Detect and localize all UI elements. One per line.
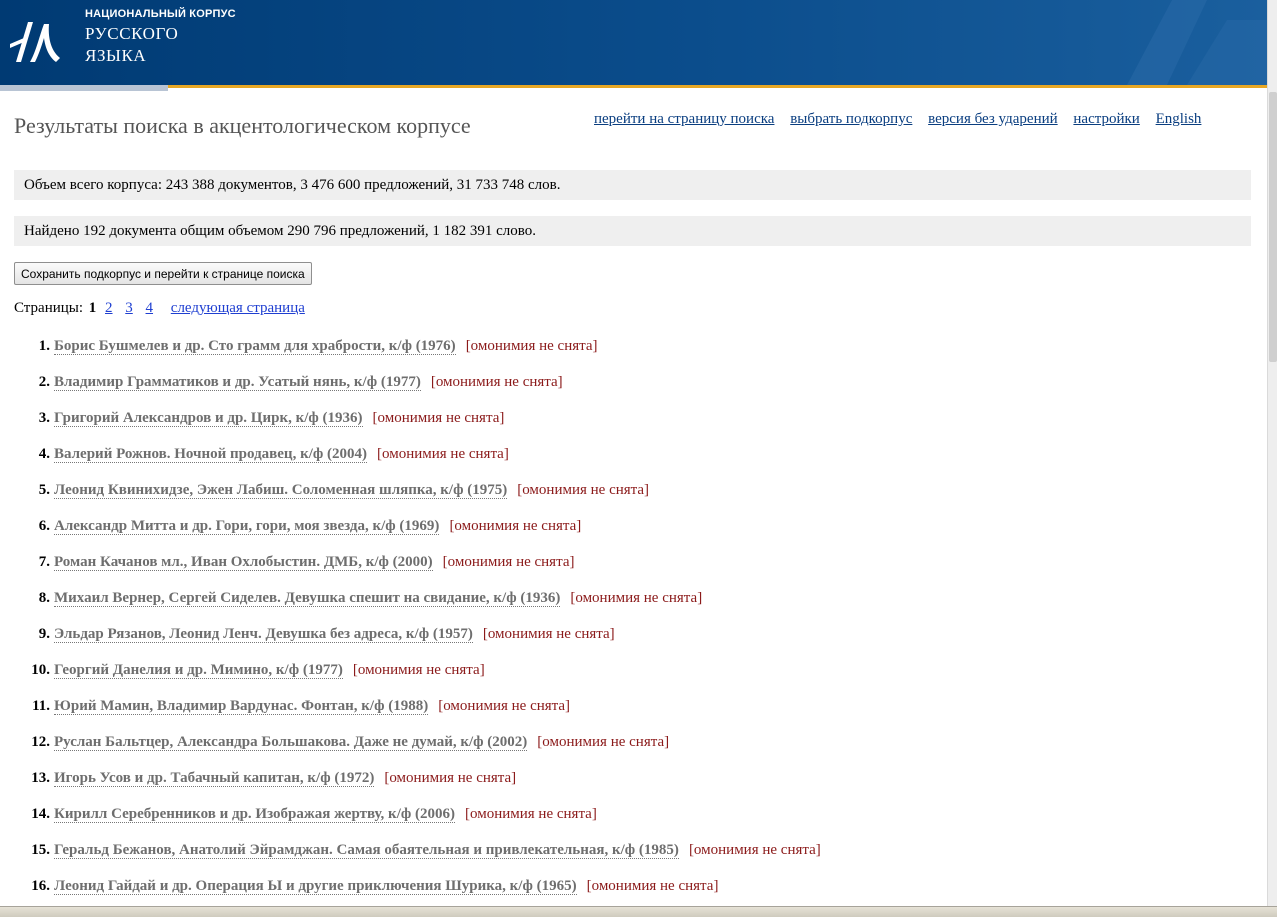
pager-current: 1 — [88, 300, 97, 316]
page-title: Результаты поиска в акцентологическом ко… — [14, 113, 471, 138]
result-title-link[interactable]: Эльдар Рязанов, Леонид Ленч. Девушка без… — [54, 626, 473, 643]
result-number: 14. — [31, 806, 50, 822]
homonymy-tag[interactable]: [омонимия не снята] — [465, 806, 597, 822]
found-info: Найдено 192 документа общим объемом 290 … — [14, 216, 1251, 246]
result-item: 6. Александр Митта и др. Гори, гори, моя … — [0, 516, 821, 552]
result-item: 10. Георгий Данелия и др. Мимино, к/ф (19… — [0, 660, 821, 696]
result-title-link[interactable]: Геральд Бежанов, Анатолий Эйрамджан. Сам… — [54, 842, 679, 859]
homonymy-tag[interactable]: [омонимия не снята] — [443, 554, 575, 570]
scrollbar-thumb[interactable] — [1269, 92, 1277, 362]
result-item: 4. Валерий Рожнов. Ночной продавец, к/ф (… — [0, 444, 821, 480]
homonymy-tag[interactable]: [омонимия не снята] — [353, 662, 485, 678]
result-title-link[interactable]: Юрий Мамин, Владимир Вардунас. Фонтан, к… — [54, 698, 429, 715]
result-title-link[interactable]: Роман Качанов мл., Иван Охлобыстин. ДМБ,… — [54, 554, 433, 571]
result-title-link[interactable]: Александр Митта и др. Гори, гори, моя зв… — [54, 518, 440, 535]
result-title-link[interactable]: Валерий Рожнов. Ночной продавец, к/ф (20… — [54, 446, 367, 463]
homonymy-tag[interactable]: [омонимия не снята] — [537, 734, 669, 750]
result-number: 11. — [32, 698, 50, 714]
result-number: 16. — [31, 878, 50, 894]
result-number: 1. — [38, 338, 50, 354]
result-title-link[interactable]: Игорь Усов и др. Табачный капитан, к/ф (… — [54, 770, 375, 787]
homonymy-tag[interactable]: [омонимия не снята] — [689, 842, 821, 858]
pager-page-2[interactable]: 2 — [105, 300, 113, 316]
corpus-size-info: Объем всего корпуса: 243 388 документов,… — [14, 170, 1251, 200]
result-number: 9. — [38, 626, 50, 642]
logo-line-2: РУССКОГО — [85, 24, 179, 43]
result-number: 2. — [38, 374, 50, 390]
result-item: 8. Михаил Вернер, Сергей Сиделев. Девушка… — [0, 588, 821, 624]
homonymy-tag[interactable]: [омонимия не снята] — [483, 626, 615, 642]
result-number: 7. — [38, 554, 50, 570]
logo-line-1: НАЦИОНАЛЬНЫЙ КОРПУС — [85, 8, 236, 20]
result-number: 13. — [31, 770, 50, 786]
result-title-link[interactable]: Владимир Грамматиков и др. Усатый нянь, … — [54, 374, 421, 391]
pager-next-link[interactable]: следующая страница — [171, 300, 305, 316]
result-item: 5. Леонид Квинихидзе, Эжен Лабиш. Соломен… — [0, 480, 821, 516]
result-title-link[interactable]: Леонид Гайдай и др. Операция Ы и другие … — [54, 878, 577, 895]
result-number: 5. — [38, 482, 50, 498]
result-number: 15. — [31, 842, 50, 858]
result-item: 13. Игорь Усов и др. Табачный капитан, к/… — [0, 768, 821, 804]
result-number: 4. — [38, 446, 50, 462]
homonymy-tag[interactable]: [омонимия не снята] — [517, 482, 649, 498]
logo-text[interactable]: НАЦИОНАЛЬНЫЙ КОРПУС РУССКОГО ЯЗЫКА — [85, 8, 236, 67]
result-title-link[interactable]: Кирилл Серебренников и др. Изображая жер… — [54, 806, 455, 823]
result-item: 2. Владимир Грамматиков и др. Усатый нянь… — [0, 372, 821, 408]
logo-icon[interactable] — [8, 12, 66, 70]
os-taskbar — [0, 906, 1277, 917]
pager-page-4[interactable]: 4 — [146, 300, 154, 316]
search-page-link[interactable]: перейти на страницу поиска — [594, 111, 774, 127]
header-stripe-gold — [168, 85, 1267, 88]
homonymy-tag[interactable]: [омонимия не снята] — [373, 410, 505, 426]
homonymy-tag[interactable]: [омонимия не снята] — [587, 878, 719, 894]
homonymy-tag[interactable]: [омонимия не снята] — [570, 590, 702, 606]
homonymy-tag[interactable]: [омонимия не снята] — [449, 518, 581, 534]
result-title-link[interactable]: Руслан Бальтцер, Александра Большакова. … — [54, 734, 528, 751]
results-list: 1. Борис Бушмелев и др. Сто грамм для хра… — [0, 336, 821, 912]
result-title-link[interactable]: Леонид Квинихидзе, Эжен Лабиш. Соломенна… — [54, 482, 508, 499]
result-item: 9. Эльдар Рязанов, Леонид Ленч. Девушка б… — [0, 624, 821, 660]
result-item: 11. Юрий Мамин, Владимир Вардунас. Фонтан… — [0, 696, 821, 732]
result-item: 14. Кирилл Серебренников и др. Изображая … — [0, 804, 821, 840]
result-number: 3. — [38, 410, 50, 426]
pagination: Страницы: 1 2 3 4 следующая страница — [14, 300, 314, 317]
pager-label: Страницы: — [14, 300, 84, 316]
result-title-link[interactable]: Григорий Александров и др. Цирк, к/ф (19… — [54, 410, 363, 427]
top-nav: перейти на страницу поиска выбрать подко… — [594, 111, 1213, 128]
result-item: 7. Роман Качанов мл., Иван Охлобыстин. ДМ… — [0, 552, 821, 588]
homonymy-tag[interactable]: [омонимия не снята] — [438, 698, 570, 714]
pager-page-3[interactable]: 3 — [125, 300, 133, 316]
header-decoration-icon — [1127, 0, 1267, 85]
result-item: 1. Борис Бушмелев и др. Сто грамм для хра… — [0, 336, 821, 372]
result-item: 15. Геральд Бежанов, Анатолий Эйрамджан. … — [0, 840, 821, 876]
homonymy-tag[interactable]: [омонимия не снята] — [384, 770, 516, 786]
result-title-link[interactable]: Михаил Вернер, Сергей Сиделев. Девушка с… — [54, 590, 561, 607]
result-number: 10. — [31, 662, 50, 678]
settings-link[interactable]: настройки — [1073, 111, 1139, 127]
result-number: 12. — [31, 734, 50, 750]
vertical-scrollbar[interactable] — [1267, 0, 1277, 906]
result-title-link[interactable]: Георгий Данелия и др. Мимино, к/ф (1977) — [54, 662, 343, 679]
homonymy-tag[interactable]: [омонимия не снята] — [431, 374, 563, 390]
logo-line-3: ЯЗЫКА — [85, 46, 147, 65]
homonymy-tag[interactable]: [омонимия не снята] — [377, 446, 509, 462]
result-title-link[interactable]: Борис Бушмелев и др. Сто грамм для храбр… — [54, 338, 456, 355]
result-number: 8. — [38, 590, 50, 606]
site-header: НАЦИОНАЛЬНЫЙ КОРПУС РУССКОГО ЯЗЫКА — [0, 0, 1267, 85]
header-stripe-grey — [0, 85, 168, 91]
homonymy-tag[interactable]: [омонимия не снята] — [466, 338, 598, 354]
subcorpus-link[interactable]: выбрать подкорпус — [790, 111, 912, 127]
header-stripe — [0, 85, 1267, 91]
result-item: 12. Руслан Бальтцер, Александра Большаков… — [0, 732, 821, 768]
english-link[interactable]: English — [1156, 111, 1202, 127]
result-number: 6. — [38, 518, 50, 534]
save-subcorpus-button[interactable]: Сохранить подкорпус и перейти к странице… — [14, 262, 312, 285]
result-item: 3. Григорий Александров и др. Цирк, к/ф (… — [0, 408, 821, 444]
no-stress-version-link[interactable]: версия без ударений — [928, 111, 1058, 127]
